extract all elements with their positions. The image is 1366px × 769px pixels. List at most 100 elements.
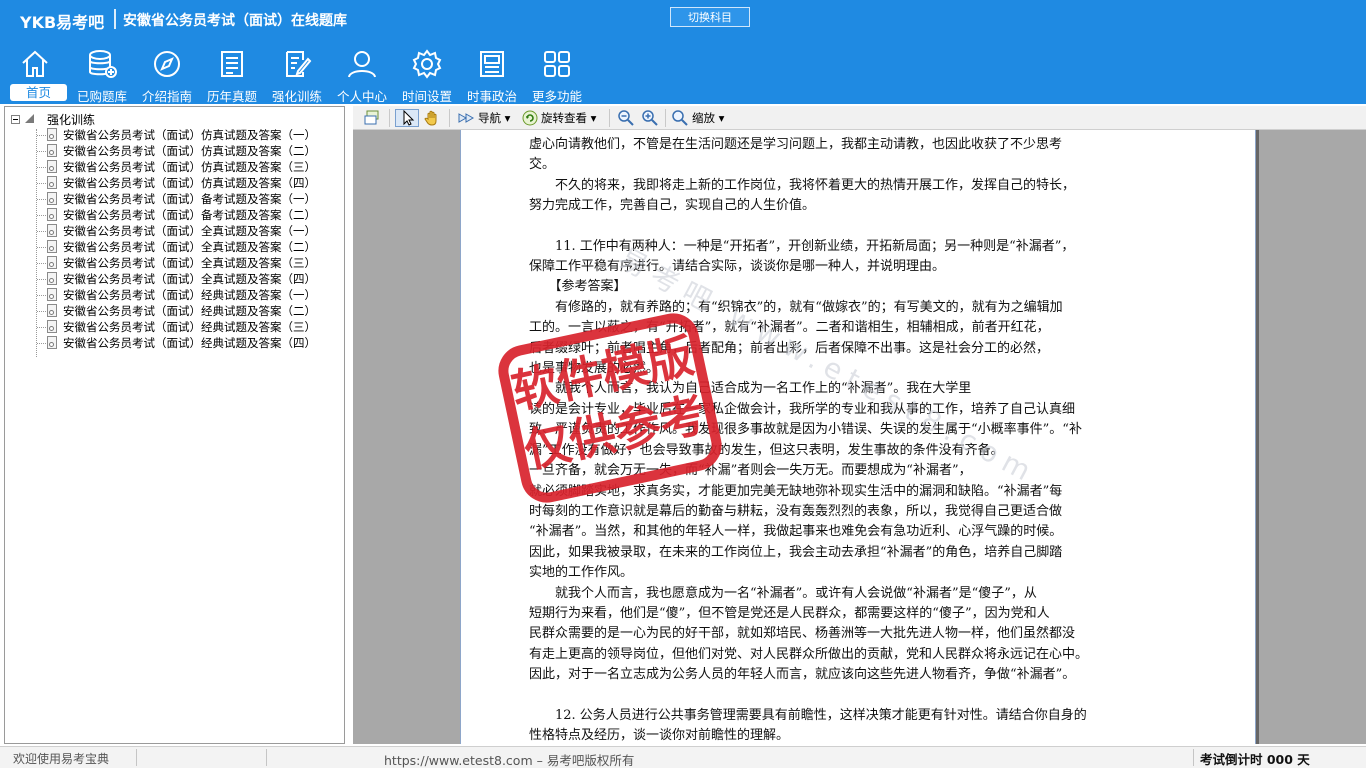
tree-branch-line: [37, 231, 46, 232]
select-tool-button[interactable]: [395, 109, 419, 127]
nav-profile-label: 个人中心: [336, 89, 387, 104]
folder-triangle-icon: [25, 114, 34, 123]
text-line: 因此，如果我被录取，在未来的工作岗位上，我会主动去承担“补漏者”的角色，培养自己…: [529, 544, 1063, 560]
document-icon: [47, 192, 57, 205]
text-line: 实地的工作作风。: [529, 565, 634, 581]
zoom-out-icon: [618, 110, 634, 126]
user-icon: [348, 51, 376, 78]
tree-branch-line: [37, 247, 46, 248]
home-icon: [22, 50, 48, 77]
tree-branch-line: [37, 327, 46, 328]
tree-branch-line: [37, 311, 46, 312]
status-bar: 欢迎使用易考宝典 https://www.etest8.com – 易考吧版权所…: [0, 746, 1366, 768]
zoom-out-button[interactable]: [617, 109, 635, 127]
database-add-icon: [89, 50, 117, 78]
document-icon: [47, 256, 57, 269]
exam-countdown: 考试倒计时 000 天: [1200, 752, 1310, 767]
viewer-toolbar: 导航 ▾ 旋转查看 ▾ 缩放 ▾: [353, 106, 1366, 130]
nav-profile[interactable]: 个人中心: [329, 48, 395, 104]
toolbar-divider: [665, 109, 666, 127]
tree-branch-line: [37, 183, 46, 184]
document-icon: [47, 160, 57, 173]
rotate-view-label: 旋转查看: [541, 111, 587, 125]
line-spacer: [529, 686, 1133, 706]
nav-more[interactable]: 更多功能: [524, 48, 590, 104]
brand-divider: [114, 9, 116, 29]
tree-branch-line: [37, 135, 46, 136]
text-line: 不久的将来，我即将走上新的工作岗位，我将怀着更大的热情开展工作，发挥自己的特长，: [529, 177, 1076, 193]
toolbar-divider: [609, 109, 610, 127]
navigation-menu[interactable]: 导航 ▾: [478, 110, 510, 126]
document-icon: [47, 272, 57, 285]
document-viewer: 导航 ▾ 旋转查看 ▾ 缩放 ▾ 虚心向请教他们，不管是在生活问题还是学习问题上…: [353, 106, 1366, 744]
tree-item-label: 安徽省公务员考试（面试）经典试题及答案（二）: [63, 304, 316, 318]
tree-item-label: 安徽省公务员考试（面试）全真试题及答案（二）: [63, 240, 316, 254]
rotate-view-menu[interactable]: 旋转查看 ▾: [541, 110, 596, 126]
collapse-icon[interactable]: [11, 115, 20, 124]
document-icon: [47, 336, 57, 349]
news-icon: [480, 51, 504, 77]
document-icon: [47, 288, 57, 301]
nav-past-exams-label: 历年真题: [206, 89, 257, 104]
hand-tool-button[interactable]: [423, 109, 441, 127]
document-icon: [47, 128, 57, 141]
nav-guide[interactable]: 介绍指南: [134, 48, 200, 104]
switch-subject-button[interactable]: 切换科目: [670, 7, 750, 27]
tree-item-label: 安徽省公务员考试（面试）经典试题及答案（三）: [63, 320, 316, 334]
tree-branch-line: [37, 263, 46, 264]
text-line: 虚心向请教他们，不管是在生活问题还是学习问题上，我都主动请教，也因此收获了不少思…: [529, 137, 1063, 152]
zoom-in-button[interactable]: [641, 109, 659, 127]
text-line: 短期行为来看，他们是“傻”，但不管是党还是人民群众，都需要这样的“傻子”，因为党…: [529, 605, 1050, 621]
tree-branch-line: [37, 343, 46, 344]
compass-icon: [154, 51, 180, 77]
app-header: YKB易考吧 安徽省公务员考试（面试）在线题库 切换科目 首页 已购题库 介绍指…: [0, 0, 1366, 104]
text-line: 11. 工作中有两种人：一种是“开拓者”，开创新业绩，开拓新局面；另一种则是“补…: [529, 238, 1075, 254]
thumbnail-button[interactable]: [363, 109, 381, 127]
brand-logo: YKB易考吧: [20, 13, 105, 32]
zoom-menu[interactable]: 缩放 ▾: [692, 110, 724, 126]
nav-time-settings-label: 时间设置: [401, 89, 452, 104]
zoom-icon: [671, 109, 689, 127]
text-line: 交。: [529, 157, 556, 173]
nav-home[interactable]: 首页: [2, 48, 68, 104]
app-title: 安徽省公务员考试（面试）在线题库: [123, 13, 347, 29]
tree-branch-line: [37, 215, 46, 216]
toolbar-divider: [449, 109, 450, 127]
text-line: 有修路的，就有养路的；有“织锦衣”的，就有“做嫁衣”的；有写美文的，就有为之编辑…: [529, 299, 1063, 315]
status-divider: [266, 749, 267, 766]
tree-item-label: 安徽省公务员考试（面试）仿真试题及答案（四）: [63, 176, 316, 190]
tree-branch-line: [37, 151, 46, 152]
edit-document-icon: [286, 51, 312, 77]
document-icon: [47, 224, 57, 237]
nav-past-exams[interactable]: 历年真题: [199, 48, 265, 104]
document-icon: [47, 304, 57, 317]
tree-branch-line: [37, 279, 46, 280]
tree-item-label: 安徽省公务员考试（面试）备考试题及答案（一）: [63, 192, 316, 206]
question-bank-tree: 强化训练 安徽省公务员考试（面试）仿真试题及答案（一） 安徽省公务员考试（面试）…: [4, 106, 345, 744]
nav-time-settings[interactable]: 时间设置: [394, 48, 460, 104]
nav-more-label: 更多功能: [531, 89, 582, 104]
nav-training-label: 强化训练: [271, 89, 322, 104]
text-line: 时每刻的工作意识就是幕后的勤奋与耕耘，没有轰轰烈烈的表象，所以，我觉得自己更适合…: [529, 503, 1063, 519]
toolbar-divider: [389, 109, 390, 127]
zoom-menu-label: 缩放: [692, 111, 715, 125]
document-icon: [47, 320, 57, 333]
tree-item-label: 安徽省公务员考试（面试）全真试题及答案（三）: [63, 256, 316, 270]
navigation-icon: [457, 109, 475, 127]
tree-item-label: 安徽省公务员考试（面试）全真试题及答案（四）: [63, 272, 316, 286]
nav-purchased[interactable]: 已购题库: [69, 48, 135, 104]
status-copyright: https://www.etest8.com – 易考吧版权所有: [384, 753, 635, 768]
grid-icon: [544, 51, 570, 77]
status-welcome: 欢迎使用易考宝典: [13, 752, 110, 766]
document-scroll-area[interactable]: 虚心向请教他们，不管是在生活问题还是学习问题上，我都主动请教，也因此收获了不少思…: [353, 130, 1366, 744]
tree-item-label: 安徽省公务员考试（面试）仿真试题及答案（二）: [63, 144, 316, 158]
text-line: 努力完成工作，完善自己，实现自己的人生价值。: [529, 198, 816, 214]
tree-item-label: 安徽省公务员考试（面试）备考试题及答案（二）: [63, 208, 316, 222]
tree-branch-line: [37, 167, 46, 168]
nav-current-affairs[interactable]: 时事政治: [459, 48, 525, 104]
text-line: 因此，对于一名立志成为公务人员的年轻人而言，就应该向这些先进人物看齐，争做“补漏…: [529, 667, 1076, 683]
document-list-icon: [221, 51, 243, 77]
rotate-icon: [521, 109, 539, 127]
nav-training[interactable]: 强化训练: [264, 48, 330, 104]
cursor-arrow-icon: [403, 110, 415, 126]
